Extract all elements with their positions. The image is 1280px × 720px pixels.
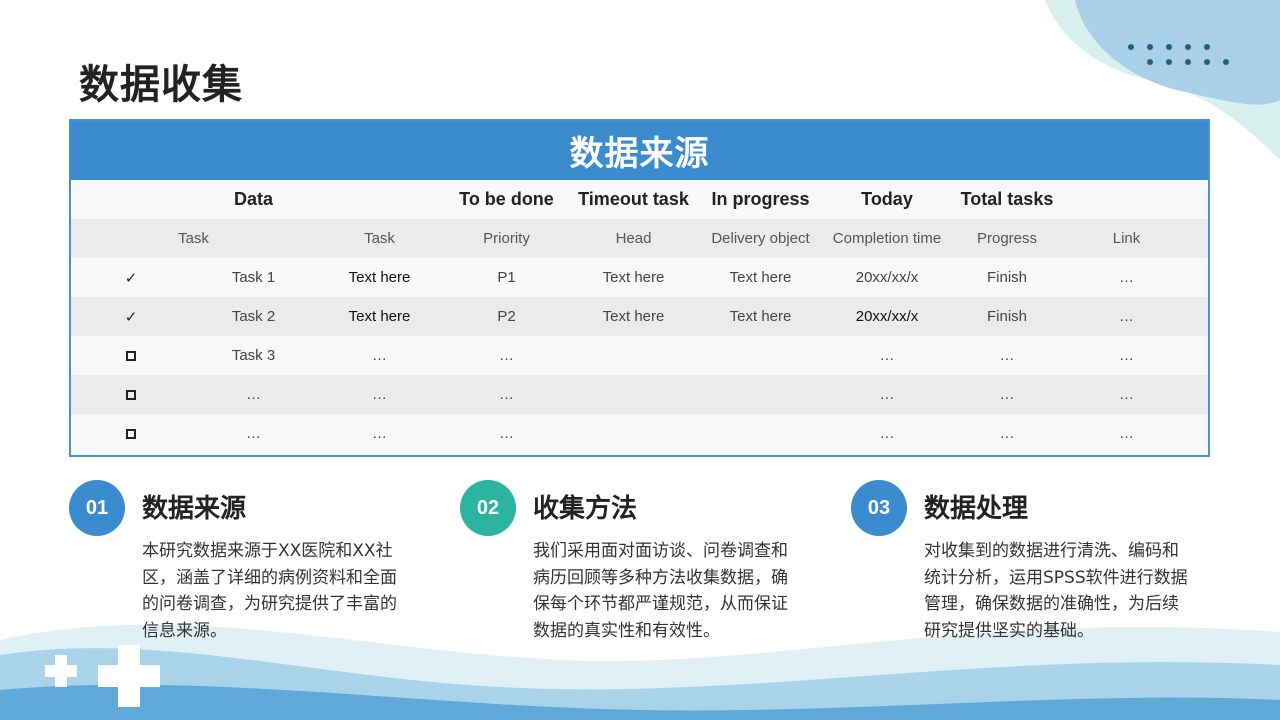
table-row: … … … … … …: [71, 414, 1208, 453]
table-cell: P2: [497, 308, 516, 325]
table-cell: …: [1119, 308, 1134, 325]
table-cell: …: [499, 425, 514, 442]
table-cell: Text here: [729, 308, 792, 325]
task-checkbox-unchecked[interactable]: [71, 425, 191, 442]
page-title: 数据收集: [79, 62, 243, 108]
table-cell: …: [1119, 425, 1134, 442]
table-cell: P1: [497, 269, 516, 286]
table-cell: …: [999, 347, 1015, 364]
table-cell: 20xx/xx/x: [855, 308, 919, 325]
table-cell: …: [879, 425, 895, 442]
table-cell: …: [1119, 347, 1134, 364]
table-cell: …: [999, 386, 1015, 403]
table-subheader-row: Task Task Priority Head Delivery object …: [71, 219, 1208, 258]
column-subheader: Completion time: [832, 230, 942, 247]
column-subheader: Head: [615, 230, 652, 247]
table-header-row: Data To be done Timeout task In progress…: [71, 180, 1208, 219]
checkbox-icon: [126, 351, 136, 362]
section-number-badge: 01: [69, 480, 125, 536]
column-header: To be done: [459, 189, 554, 209]
table-cell: …: [879, 347, 895, 364]
table-cell: Text here: [348, 308, 411, 325]
data-source-table: 数据来源 Data To be done Timeout task In pro…: [69, 119, 1210, 457]
table-cell: Text here: [602, 269, 665, 286]
table-cell: Finish: [986, 269, 1027, 286]
column-subheader: Task: [178, 230, 209, 247]
check-icon: ✓: [124, 308, 138, 326]
column-header: In progress: [711, 189, 810, 209]
task-checkbox-checked[interactable]: ✓: [71, 269, 191, 287]
table-cell: 20xx/xx/x: [855, 269, 919, 286]
column-subheader: Delivery object: [711, 230, 810, 247]
table-header: 数据来源: [71, 121, 1208, 180]
section-title: 收集方法: [533, 494, 638, 524]
dot-grid-decoration: [1128, 44, 1229, 70]
table-row: ✓ Task 1 Text here P1 Text here Text her…: [71, 258, 1208, 297]
table-cell: Text here: [729, 269, 792, 286]
column-subheader: Priority: [483, 230, 530, 247]
table-row: ✓ Task 2 Text here P2 Text here Text her…: [71, 297, 1208, 336]
table-cell: Finish: [986, 308, 1027, 325]
column-subheader: Link: [1112, 230, 1141, 247]
section-number-badge: 03: [851, 480, 907, 536]
check-icon: ✓: [124, 269, 138, 287]
table-cell: …: [372, 386, 387, 403]
table-cell: Task 3: [231, 347, 276, 364]
table-cell: …: [499, 347, 514, 364]
table-cell: …: [246, 425, 261, 442]
table-cell: …: [1119, 269, 1134, 286]
column-header: Total tasks: [960, 189, 1054, 209]
table-cell: Text here: [348, 269, 411, 286]
table-cell: Task 1: [231, 269, 276, 286]
section-body: 我们采用面对面访谈、问卷调查和病历回顾等多种方法收集数据，确保每个环节都严谨规范…: [533, 541, 788, 641]
table-cell: …: [246, 386, 261, 403]
column-subheader: Progress: [976, 230, 1038, 247]
table-row: Task 3 … … … … …: [71, 336, 1208, 375]
table-cell: …: [1119, 386, 1134, 403]
checkbox-icon: [126, 429, 136, 440]
task-checkbox-checked[interactable]: ✓: [71, 308, 191, 326]
column-header: Timeout task: [578, 189, 689, 209]
section-body: 对收集到的数据进行清洗、编码和统计分析，运用SPSS软件进行数据管理，确保数据的…: [924, 541, 1188, 641]
table-cell: …: [372, 347, 387, 364]
table-title: 数据来源: [569, 134, 710, 174]
column-subheader: Task: [364, 230, 395, 247]
task-checkbox-unchecked[interactable]: [71, 386, 191, 403]
section-title: 数据处理: [924, 494, 1029, 524]
table-cell: …: [879, 386, 895, 403]
column-header: Data: [233, 189, 273, 209]
table-cell: Text here: [602, 308, 665, 325]
table-cell: …: [372, 425, 387, 442]
table-row: … … … … … …: [71, 375, 1208, 414]
column-header: Today: [861, 189, 913, 209]
task-checkbox-unchecked[interactable]: [71, 347, 191, 364]
section-title: 数据来源: [142, 494, 247, 524]
section-number-badge: 02: [460, 480, 516, 536]
table-cell: …: [999, 425, 1015, 442]
table-cell: …: [499, 386, 514, 403]
checkbox-icon: [126, 390, 136, 401]
table-cell: Task 2: [231, 308, 276, 325]
section-body: 本研究数据来源于XX医院和XX社区，涵盖了详细的病例资料和全面的问卷调查，为研究…: [142, 541, 397, 641]
